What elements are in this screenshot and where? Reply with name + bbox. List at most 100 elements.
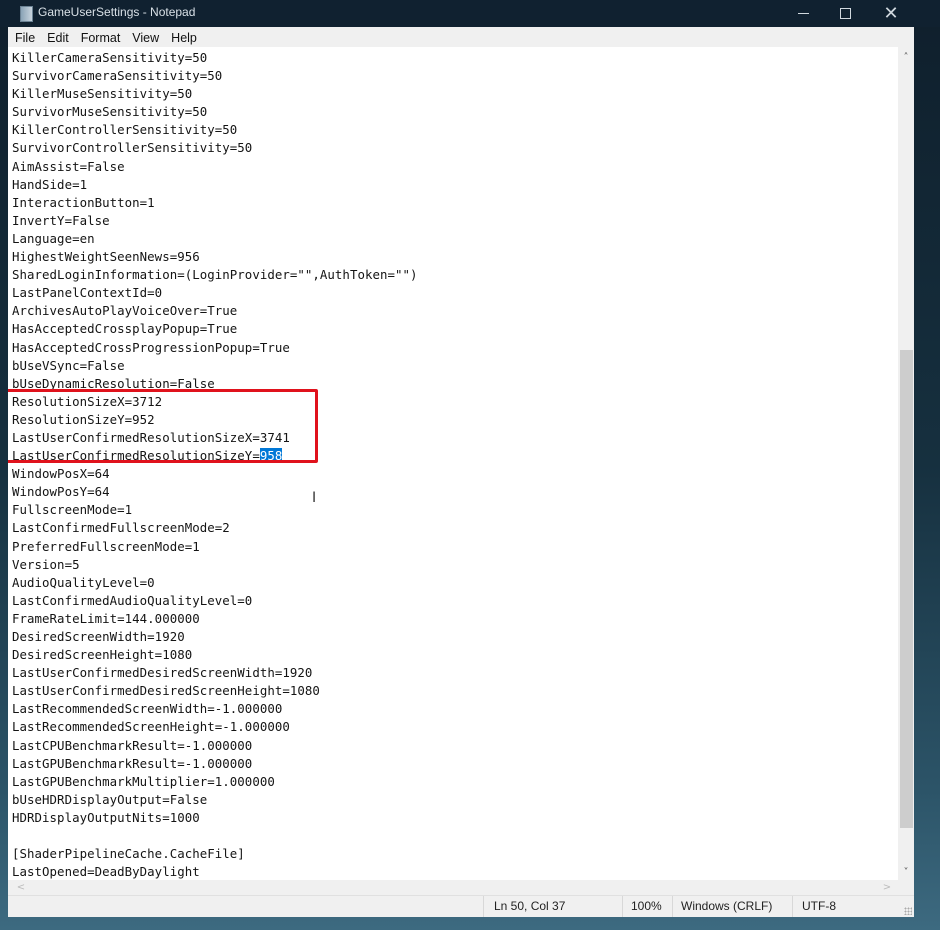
line-text: DesiredScreenHeight=1080 — [12, 647, 193, 663]
minimize-button[interactable] — [780, 0, 826, 27]
text-line[interactable]: SharedLoginInformation=(LoginProvider=""… — [12, 266, 418, 284]
text-line[interactable]: Language=en — [12, 230, 418, 248]
menu-help[interactable]: Help — [164, 31, 202, 45]
text-editor[interactable]: KillerCameraSensitivity=50 SurvivorCamera… — [8, 47, 898, 880]
line-text: [ShaderPipelineCache.CacheFile] — [12, 846, 245, 862]
line-text: WindowPosX=64 — [12, 466, 110, 482]
text-line[interactable]: LastUserConfirmedDesiredScreenWidth=1920 — [12, 664, 418, 682]
text-line[interactable]: [ShaderPipelineCache.CacheFile] — [12, 845, 418, 863]
line-text: SurvivorControllerSensitivity=50 — [12, 140, 253, 156]
text-line[interactable]: LastConfirmedFullscreenMode=2 — [12, 519, 418, 537]
line-text: LastUserConfirmedResolutionSizeX=3741 — [12, 429, 290, 445]
scroll-up-icon[interactable]: ˄ — [898, 49, 914, 65]
line-text: WindowPosY=64 — [12, 484, 110, 500]
line-text: SurvivorMuseSensitivity=50 — [12, 104, 208, 120]
line-text: LastUserConfirmedDesiredScreenWidth=1920 — [12, 665, 313, 681]
text-line[interactable]: ArchivesAutoPlayVoiceOver=True — [12, 302, 418, 320]
scrollbar-corner — [898, 880, 914, 894]
line-text: bUseVSync=False — [12, 357, 125, 373]
text-line[interactable]: ResolutionSizeY=952 — [12, 411, 418, 429]
menu-view[interactable]: View — [125, 31, 164, 45]
close-icon: ✕ — [883, 3, 899, 24]
text-line[interactable]: SurvivorMuseSensitivity=50 — [12, 103, 418, 121]
text-line[interactable]: Version=5 — [12, 556, 418, 574]
text-line[interactable]: AimAssist=False — [12, 158, 418, 176]
text-line[interactable]: LastRecommendedScreenHeight=-1.000000 — [12, 718, 418, 736]
line-text: KillerControllerSensitivity=50 — [12, 122, 238, 138]
scroll-down-icon[interactable]: ˅ — [898, 864, 914, 880]
maximize-icon — [839, 8, 851, 19]
menu-format[interactable]: Format — [74, 31, 126, 45]
editor-lines[interactable]: KillerCameraSensitivity=50 SurvivorCamera… — [12, 49, 418, 880]
text-line[interactable]: bUseHDRDisplayOutput=False — [12, 791, 418, 809]
line-text: LastCPUBenchmarkResult=-1.000000 — [12, 737, 253, 753]
text-line[interactable]: LastUserConfirmedResolutionSizeY=958 — [12, 447, 418, 465]
text-line[interactable]: LastCPUBenchmarkResult=-1.000000 — [12, 737, 418, 755]
line-text: InvertY=False — [12, 212, 110, 228]
text-line[interactable]: HasAcceptedCrossplayPopup=True — [12, 320, 418, 338]
scroll-right-icon[interactable]: > — [880, 880, 894, 894]
text-line[interactable]: LastGPUBenchmarkResult=-1.000000 — [12, 755, 418, 773]
status-bar: Ln 50, Col 37 100% Windows (CRLF) UTF-8 — [8, 895, 914, 917]
text-line[interactable]: InteractionButton=1 — [12, 194, 418, 212]
text-line[interactable]: DesiredScreenHeight=1080 — [12, 646, 418, 664]
text-line[interactable]: DesiredScreenWidth=1920 — [12, 628, 418, 646]
text-line[interactable]: bUseVSync=False — [12, 357, 418, 375]
line-text: SharedLoginInformation=(LoginProvider=""… — [12, 267, 418, 283]
text-line[interactable]: WindowPosX=64 — [12, 465, 418, 483]
line-ending: Windows (CRLF) — [672, 896, 792, 917]
line-text: bUseHDRDisplayOutput=False — [12, 791, 208, 807]
line-text: KillerMuseSensitivity=50 — [12, 86, 193, 102]
line-text: LastPanelContextId=0 — [12, 285, 163, 301]
text-line[interactable]: SurvivorCameraSensitivity=50 — [12, 67, 418, 85]
text-line[interactable]: AudioQualityLevel=0 — [12, 574, 418, 592]
text-line[interactable]: bUseDynamicResolution=False — [12, 375, 418, 393]
line-text: LastOpened=DeadByDaylight — [12, 864, 200, 880]
text-line[interactable]: HDRDisplayOutputNits=1000 — [12, 809, 418, 827]
text-line[interactable]: PreferredFullscreenMode=1 — [12, 538, 418, 556]
text-line[interactable]: LastGPUBenchmarkMultiplier=1.000000 — [12, 773, 418, 791]
line-text: KillerCameraSensitivity=50 — [12, 50, 208, 65]
text-line[interactable]: LastRecommendedScreenWidth=-1.000000 — [12, 700, 418, 718]
scroll-left-icon[interactable]: < — [14, 880, 28, 894]
close-button[interactable]: ✕ — [868, 0, 914, 27]
horizontal-scrollbar[interactable]: < > — [8, 880, 898, 894]
line-text: LastUserConfirmedDesiredScreenHeight=108… — [12, 683, 320, 699]
line-text: LastConfirmedAudioQualityLevel=0 — [12, 592, 253, 608]
line-text: HandSide=1 — [12, 176, 88, 192]
line-text: bUseDynamicResolution=False — [12, 375, 215, 391]
text-line[interactable]: InvertY=False — [12, 212, 418, 230]
line-text: FullscreenMode=1 — [12, 502, 133, 518]
text-line[interactable]: LastOpened=DeadByDaylight — [12, 863, 418, 880]
text-line[interactable]: FullscreenMode=1 — [12, 501, 418, 519]
text-line[interactable]: KillerMuseSensitivity=50 — [12, 85, 418, 103]
text-line[interactable]: LastUserConfirmedDesiredScreenHeight=108… — [12, 682, 418, 700]
maximize-button[interactable] — [822, 0, 868, 27]
text-line[interactable]: LastPanelContextId=0 — [12, 284, 418, 302]
title-bar[interactable]: GameUserSettings - Notepad ✕ — [0, 0, 940, 27]
menu-edit[interactable]: Edit — [40, 31, 74, 45]
line-text: FrameRateLimit=144.000000 — [12, 610, 200, 626]
text-line[interactable]: HasAcceptedCrossProgressionPopup=True — [12, 339, 418, 357]
text-line[interactable]: SurvivorControllerSensitivity=50 — [12, 139, 418, 157]
text-line[interactable]: LastConfirmedAudioQualityLevel=0 — [12, 592, 418, 610]
selected-text[interactable]: 958 — [259, 448, 283, 464]
text-line[interactable]: FrameRateLimit=144.000000 — [12, 610, 418, 628]
line-text: LastConfirmedFullscreenMode=2 — [12, 520, 230, 536]
menu-file[interactable]: File — [8, 31, 40, 45]
resize-grip-icon[interactable] — [904, 907, 912, 915]
text-line[interactable]: KillerControllerSensitivity=50 — [12, 121, 418, 139]
text-line[interactable]: WindowPosY=64 — [12, 483, 418, 501]
text-line[interactable]: HighestWeightSeenNews=956 — [12, 248, 418, 266]
text-line[interactable]: HandSide=1 — [12, 176, 418, 194]
vertical-scrollbar[interactable]: ˄ ˅ — [898, 47, 914, 880]
text-line[interactable]: KillerCameraSensitivity=50 — [12, 49, 418, 67]
text-line[interactable]: ResolutionSizeX=3712 — [12, 393, 418, 411]
notepad-window: GameUserSettings - Notepad ✕ File Edit F… — [0, 0, 940, 917]
text-line[interactable]: LastUserConfirmedResolutionSizeX=3741 — [12, 429, 418, 447]
minimize-icon — [797, 13, 809, 14]
text-line[interactable] — [12, 827, 418, 845]
line-text: LastGPUBenchmarkResult=-1.000000 — [12, 755, 253, 771]
vertical-scroll-thumb[interactable] — [900, 350, 913, 828]
line-text: HighestWeightSeenNews=956 — [12, 249, 200, 265]
